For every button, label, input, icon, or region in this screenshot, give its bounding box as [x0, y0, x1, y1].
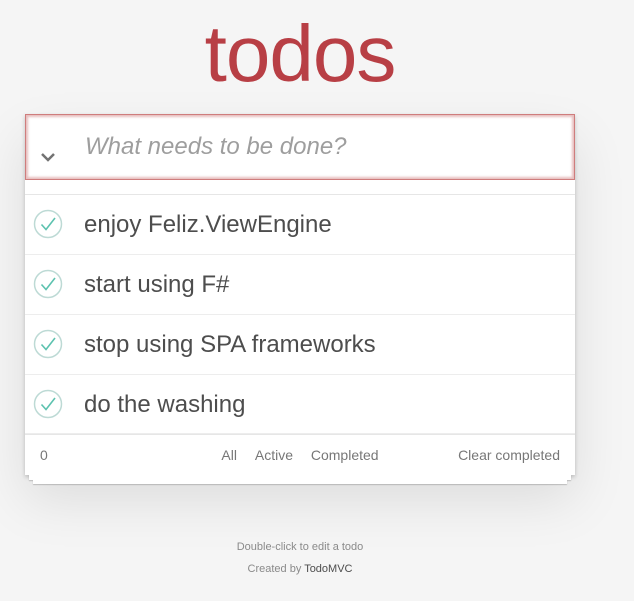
filter-completed[interactable]: Completed: [311, 435, 379, 475]
todo-list: enjoy Feliz.ViewEngine start using F# st…: [25, 195, 575, 434]
new-todo-row: [25, 114, 575, 180]
completed-check-icon[interactable]: [33, 329, 63, 359]
list-separator: [25, 180, 575, 195]
credits: Created by TodoMVC: [0, 558, 600, 580]
completed-check-icon[interactable]: [33, 269, 63, 299]
stack-shadow-2: [33, 480, 567, 484]
completed-check-icon[interactable]: [33, 209, 63, 239]
todo-label[interactable]: stop using SPA frameworks: [84, 315, 376, 374]
todo-label[interactable]: do the washing: [84, 375, 245, 434]
todo-label[interactable]: enjoy Feliz.ViewEngine: [84, 195, 332, 254]
todo-item: start using F#: [25, 255, 575, 315]
filter-active[interactable]: Active: [255, 435, 293, 475]
todomvc-link[interactable]: TodoMVC: [304, 563, 352, 575]
completed-check-icon[interactable]: [33, 389, 63, 419]
todo-item: stop using SPA frameworks: [25, 315, 575, 375]
credits-prefix: Created by: [247, 563, 302, 575]
filter-all[interactable]: All: [221, 435, 237, 475]
todo-app: enjoy Feliz.ViewEngine start using F# st…: [25, 114, 575, 475]
todo-item: enjoy Feliz.ViewEngine: [25, 195, 575, 255]
clear-completed-button[interactable]: Clear completed: [458, 435, 560, 475]
info-footer: Double-click to edit a todo Created by T…: [0, 536, 600, 580]
todo-label[interactable]: start using F#: [84, 255, 229, 314]
todo-item: do the washing: [25, 375, 575, 434]
toggle-all-chevron-icon[interactable]: [36, 147, 60, 169]
new-todo-input[interactable]: [84, 115, 565, 179]
app-title: todos: [204, 9, 397, 98]
todo-footer: 0 All Active Completed Clear completed: [25, 434, 575, 475]
edit-hint: Double-click to edit a todo: [236, 541, 364, 553]
